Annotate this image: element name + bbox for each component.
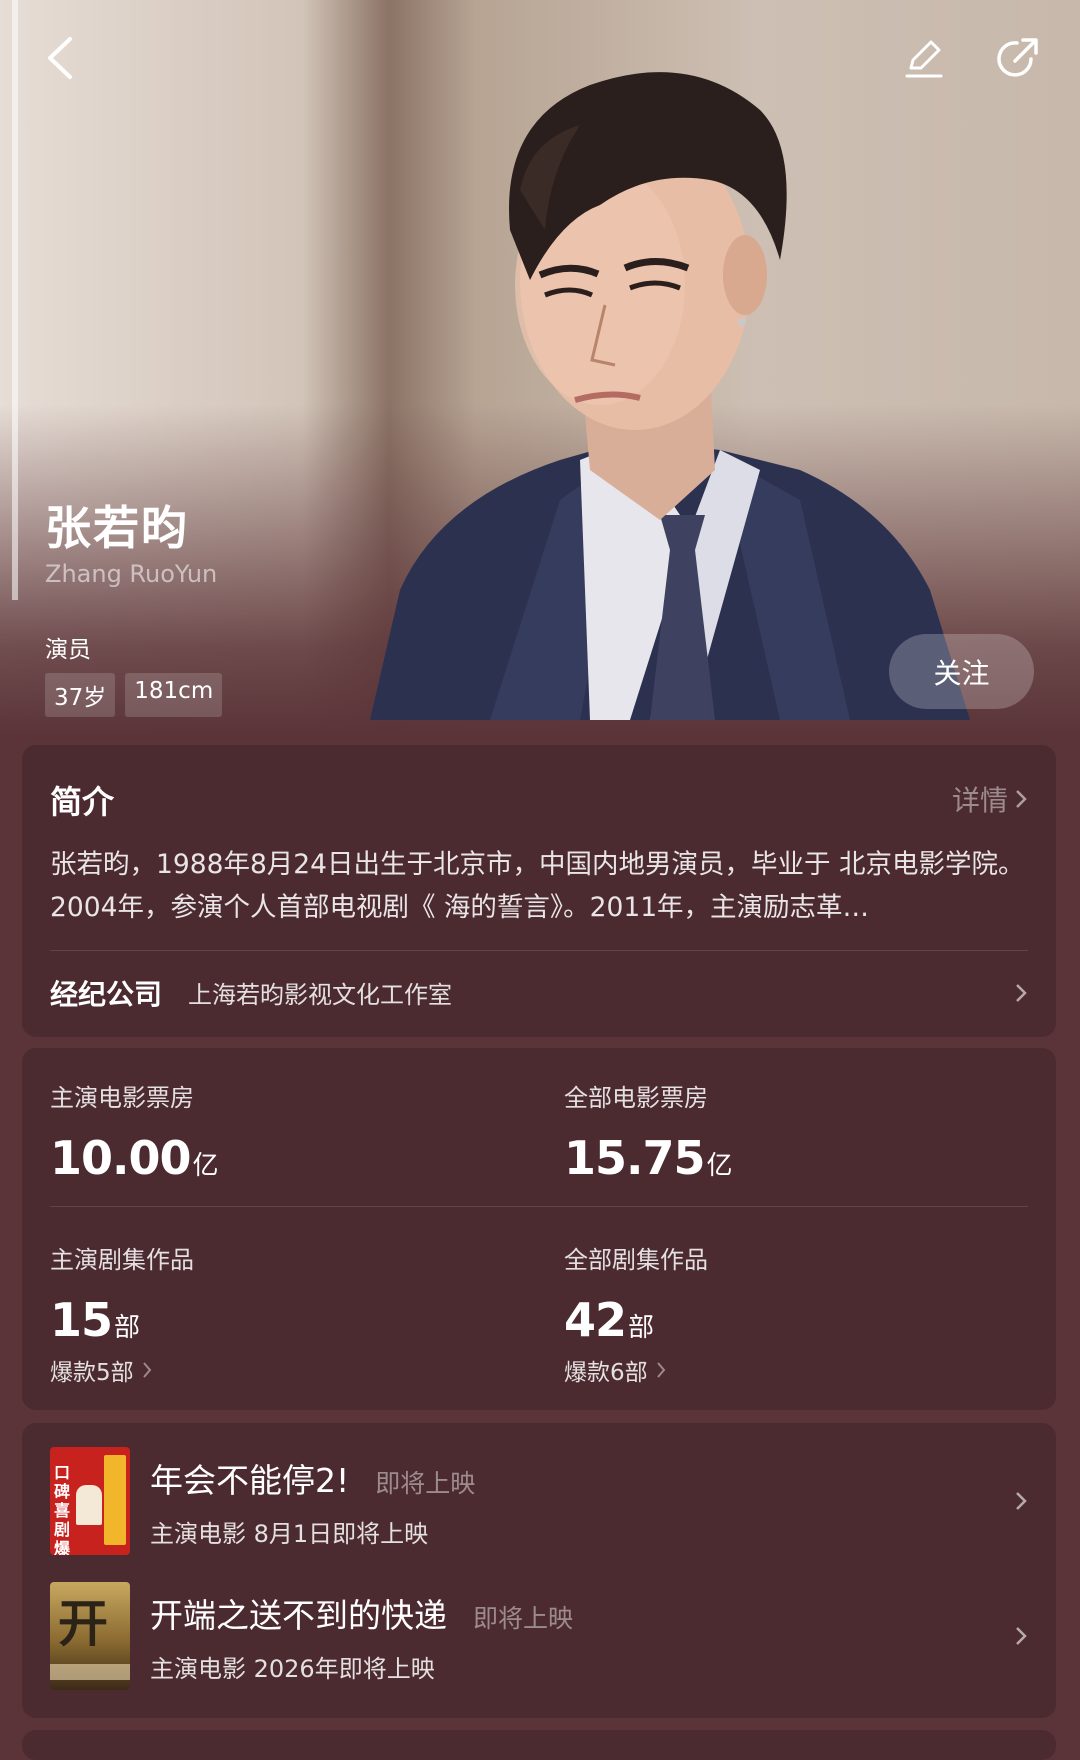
stat-unit: 部 <box>628 1313 655 1343</box>
hero-header: 张若昀 Zhang RuoYun 演员 37岁 181cm 关注 <box>0 0 1080 735</box>
bio-text: 张若昀，1988年8月24日出生于北京市，中国内地男演员，毕业于 北京电影学院。… <box>50 849 1025 923</box>
bio-details-link[interactable]: 详情 <box>952 779 1028 819</box>
next-card-edge <box>22 1730 1056 1760</box>
work-subtitle: 主演电影 2026年即将上映 <box>150 1654 435 1683</box>
divider <box>50 1206 1028 1207</box>
poster-caption: 口碑喜剧 爆笑回归 <box>54 1463 71 1555</box>
poster-figure <box>76 1485 102 1525</box>
stat-number: 42 <box>564 1293 627 1347</box>
share-icon <box>997 38 1038 77</box>
agency-row[interactable]: 经纪公司 上海若昀影视文化工作室 <box>50 970 1028 1015</box>
chevron-right-icon <box>656 1362 665 1378</box>
agency-value: 上海若昀影视文化工作室 <box>188 981 453 1009</box>
lead-box-office-stat: 主演电影票房 10.00亿 <box>50 1078 219 1185</box>
poster-banner <box>50 1664 130 1680</box>
poster-caption: 开 <box>58 1595 108 1653</box>
stat-unit: 部 <box>114 1313 141 1343</box>
stat-value: 10.00亿 <box>50 1131 219 1185</box>
total-box-office-stat: 全部电影票房 15.75亿 <box>564 1078 733 1185</box>
total-series-stat: 全部剧集作品 42部 爆款6部 <box>564 1240 708 1387</box>
actor-name-english: Zhang RuoYun <box>45 560 218 588</box>
work-item[interactable]: 口碑喜剧 爆笑回归 年会不能停2! 即将上映 主演电影 8月1日即将上映 <box>50 1445 1028 1557</box>
stat-number: 15 <box>50 1293 113 1347</box>
share-button[interactable] <box>988 28 1048 88</box>
actor-role: 演员 <box>45 637 91 663</box>
profile-tags: 37岁 181cm <box>45 673 223 717</box>
actor-portrait <box>370 72 970 720</box>
stat-value: 15.75亿 <box>564 1131 733 1185</box>
stat-number: 10.00 <box>50 1131 192 1185</box>
stat-label: 全部剧集作品 <box>564 1246 708 1274</box>
chevron-right-icon <box>1016 983 1027 1002</box>
edit-button[interactable] <box>893 28 953 88</box>
work-status: 即将上映 <box>375 1468 476 1498</box>
stat-label: 主演电影票房 <box>50 1084 194 1112</box>
stat-label: 主演剧集作品 <box>50 1246 194 1274</box>
chevron-right-icon <box>1016 1627 1027 1645</box>
lead-hits-label: 爆款5部 <box>50 1360 134 1386</box>
bio-card: 简介 详情 张若昀，1988年8月24日出生于北京市，中国内地男演员，毕业于 北… <box>22 745 1056 1037</box>
bio-details-label: 详情 <box>951 784 1008 817</box>
work-poster: 口碑喜剧 爆笑回归 <box>50 1447 130 1555</box>
work-item[interactable]: 开 开端之送不到的快递 即将上映 主演电影 2026年即将上映 <box>50 1580 1028 1692</box>
poster-banner <box>104 1455 126 1545</box>
lead-series-stat: 主演剧集作品 15部 爆款5部 <box>50 1240 194 1387</box>
chevron-right-icon <box>142 1362 151 1378</box>
stats-card: 主演电影票房 10.00亿 全部电影票房 15.75亿 主演剧集作品 15部 爆… <box>22 1048 1056 1410</box>
total-hits-label: 爆款6部 <box>564 1360 648 1386</box>
work-subtitle: 主演电影 8月1日即将上映 <box>150 1519 429 1548</box>
work-poster: 开 <box>50 1582 130 1690</box>
stat-unit: 亿 <box>706 1151 733 1181</box>
chevron-right-icon <box>1016 1492 1027 1510</box>
stat-label: 全部电影票房 <box>564 1084 708 1112</box>
divider <box>50 950 1028 951</box>
work-title: 年会不能停2! <box>150 1460 350 1500</box>
stat-value: 42部 <box>564 1293 708 1347</box>
stat-unit: 亿 <box>192 1151 219 1181</box>
actor-name: 张若昀 <box>45 501 189 555</box>
stat-number: 15.75 <box>564 1131 706 1185</box>
work-status: 即将上映 <box>473 1603 574 1633</box>
curtain-highlight <box>12 0 18 600</box>
total-hits-link[interactable]: 爆款6部 <box>564 1353 708 1387</box>
height-tag: 181cm <box>125 673 223 717</box>
stat-value: 15部 <box>50 1293 194 1347</box>
work-title-row: 开端之送不到的快递 即将上映 <box>150 1589 1014 1637</box>
lead-hits-link[interactable]: 爆款5部 <box>50 1353 194 1387</box>
agency-label: 经纪公司 <box>50 977 163 1011</box>
work-title-row: 年会不能停2! 即将上映 <box>150 1454 1014 1502</box>
chevron-right-icon <box>1016 790 1027 808</box>
bio-title: 简介 <box>50 783 115 821</box>
work-info: 年会不能停2! 即将上映 主演电影 8月1日即将上映 <box>150 1454 1014 1549</box>
back-button[interactable] <box>30 28 90 88</box>
follow-button[interactable]: 关注 <box>889 634 1034 709</box>
age-tag: 37岁 <box>45 673 116 717</box>
work-title: 开端之送不到的快递 <box>150 1595 447 1635</box>
work-info: 开端之送不到的快递 即将上映 主演电影 2026年即将上映 <box>150 1589 1014 1684</box>
edit-icon <box>905 40 943 78</box>
upcoming-works-card: 口碑喜剧 爆笑回归 年会不能停2! 即将上映 主演电影 8月1日即将上映 开 开… <box>22 1423 1056 1718</box>
back-icon <box>48 37 72 79</box>
